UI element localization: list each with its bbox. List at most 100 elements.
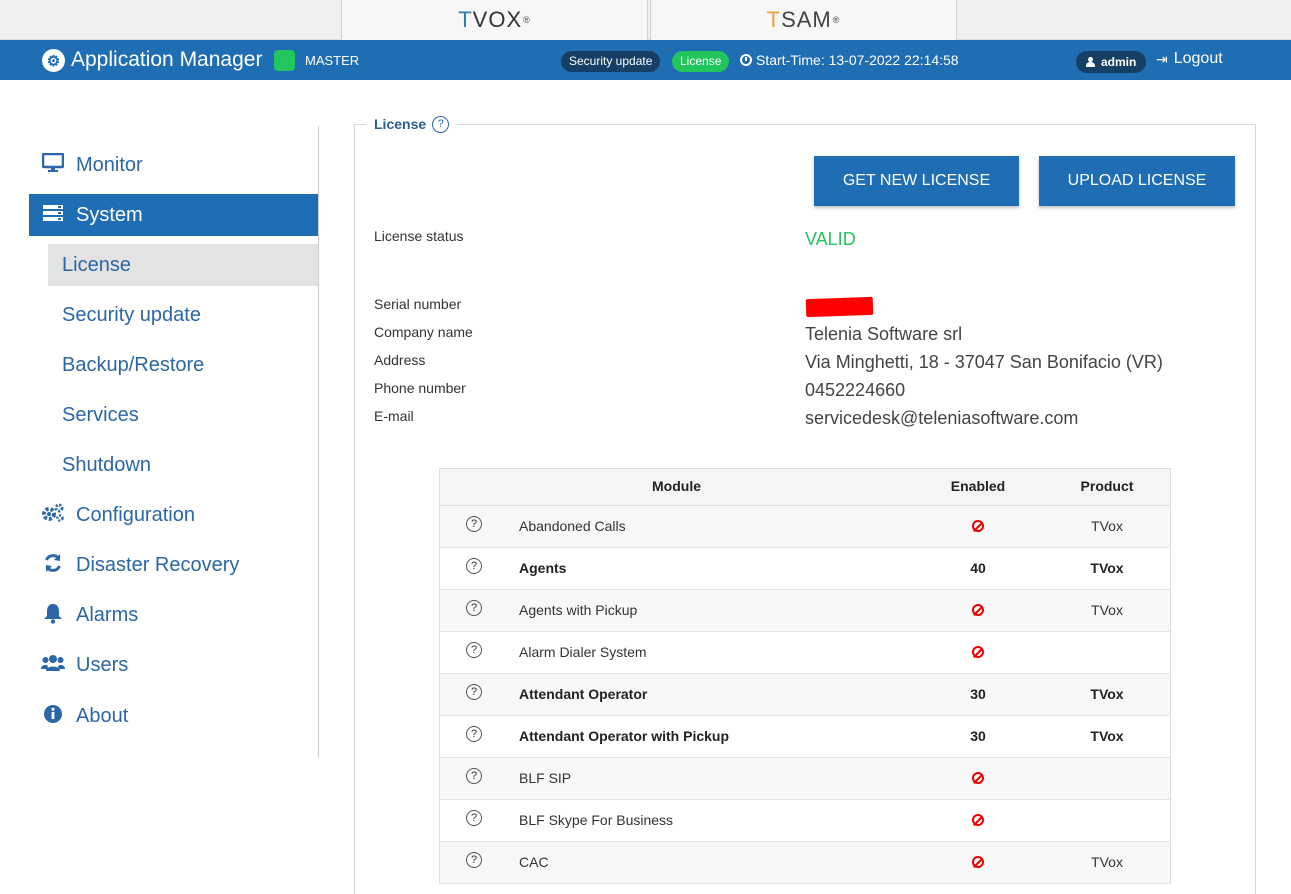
phone-number-label: Phone number — [374, 380, 466, 396]
start-time-text: Start-Time: 13-07-2022 22:14:58 — [756, 52, 959, 68]
sign-out-icon: ⇥ — [1156, 50, 1168, 67]
disabled-icon — [950, 602, 1006, 619]
user-icon — [1086, 57, 1095, 67]
tab-tsam[interactable]: TSAM ® — [650, 0, 957, 40]
sidebar-item-label: Monitor — [76, 153, 143, 176]
table-body: ? Abandoned Calls TVox? Agents 40 TVox? Agents… — [440, 506, 1170, 884]
tvox-logo: TVOX — [458, 7, 523, 32]
sidebar-item-label: Configuration — [76, 503, 195, 526]
help-icon[interactable]: ? — [466, 642, 482, 658]
sidebar-item-system[interactable]: System — [29, 194, 318, 236]
column-header-product: Product — [1080, 478, 1134, 494]
help-icon[interactable]: ? — [466, 600, 482, 616]
security-update-badge[interactable]: Security update — [561, 51, 661, 72]
ban-icon — [972, 814, 984, 826]
help-icon[interactable]: ? — [466, 810, 482, 826]
disabled-icon — [950, 770, 1006, 787]
table-row: ? Attendant Operator with Pickup 30 TVox — [440, 716, 1170, 758]
disabled-icon — [950, 518, 1006, 535]
help-icon[interactable]: ? — [466, 684, 482, 700]
module-name: BLF Skype For Business — [519, 812, 674, 828]
sidebar-subitem-security-update[interactable]: Security update — [48, 294, 318, 336]
sidebar-subitem-services[interactable]: Services — [48, 394, 318, 436]
module-product: TVox — [1090, 728, 1124, 744]
company-name-label: Company name — [374, 324, 473, 340]
product-bar: TVOX ® TSAM ® — [0, 0, 1291, 40]
table-row: ? CAC TVox — [440, 842, 1170, 884]
serial-number-label: Serial number — [374, 296, 462, 312]
master-status-indicator — [274, 50, 295, 71]
tab-tvox[interactable]: TVOX ® — [341, 0, 648, 40]
sidebar-item-label: Disaster Recovery — [76, 553, 240, 576]
table-row: ? Alarm Dialer System — [440, 632, 1170, 674]
sidebar-item-label: Users — [76, 653, 129, 676]
server-icon — [41, 204, 65, 227]
table-row: ? BLF SIP — [440, 758, 1170, 800]
phone-number-value: 0452224660 — [805, 380, 906, 400]
sidebar-divider — [318, 126, 319, 758]
bell-icon — [41, 602, 65, 629]
upload-license-button[interactable]: UPLOAD LICENSE — [1039, 156, 1235, 206]
get-new-license-button[interactable]: GET NEW LICENSE — [814, 156, 1019, 206]
serial-number-redacted — [805, 296, 874, 318]
sidebar-item-label: About — [76, 704, 129, 727]
help-icon[interactable]: ? — [466, 768, 482, 784]
license-status-value: VALID — [805, 229, 856, 249]
module-product: TVox — [1090, 686, 1124, 702]
sidebar-item-configuration[interactable]: Configuration — [29, 494, 318, 536]
module-enabled-count: 30 — [970, 686, 986, 702]
refresh-icon — [41, 553, 65, 578]
user-menu[interactable]: admin — [1076, 51, 1147, 73]
company-name-value: Telenia Software srl — [805, 324, 963, 344]
cogs-icon — [41, 503, 65, 528]
module-name: Agents — [519, 560, 567, 576]
section-title-text: License — [374, 116, 427, 132]
help-icon[interactable]: ? — [466, 516, 482, 532]
sidebar-item-label: System — [76, 203, 143, 226]
module-enabled-count: 40 — [970, 560, 986, 576]
clock-icon — [740, 54, 752, 66]
license-status-label: License status — [374, 228, 464, 244]
monitor-icon — [41, 152, 65, 178]
sidebar-item-monitor[interactable]: Monitor — [29, 144, 318, 186]
sidebar-subitem-backup-restore[interactable]: Backup/Restore — [48, 344, 318, 386]
module-product: TVox — [1091, 602, 1123, 618]
email-label: E-mail — [374, 408, 414, 424]
ban-icon — [972, 772, 984, 784]
disabled-icon — [950, 854, 1006, 871]
app-manager-logo-icon: ⚙ — [42, 49, 65, 72]
column-header-module: Module — [652, 478, 701, 494]
module-name: Attendant Operator — [519, 686, 648, 702]
sidebar-item-users[interactable]: Users — [29, 644, 318, 686]
license-section-title: License ? — [366, 113, 458, 135]
sidebar-item-label: Alarms — [76, 603, 139, 626]
sidebar-subitem-license[interactable]: License — [48, 244, 318, 286]
address-label: Address — [374, 352, 426, 368]
node-role-label: MASTER — [305, 53, 360, 68]
email-value: servicedesk@teleniasoftware.com — [805, 408, 1079, 428]
sidebar-item-disaster-recovery[interactable]: Disaster Recovery — [29, 544, 318, 586]
table-row: ? Attendant Operator 30 TVox — [440, 674, 1170, 716]
app-title: Application Manager — [71, 48, 263, 71]
start-time: Start-Time: 13-07-2022 22:14:58 — [740, 52, 959, 68]
module-name: Attendant Operator with Pickup — [519, 728, 730, 744]
ban-icon — [972, 646, 984, 658]
module-product: TVox — [1091, 518, 1123, 534]
help-icon[interactable]: ? — [432, 115, 450, 133]
sidebar-item-alarms[interactable]: Alarms — [29, 594, 318, 636]
module-name: BLF SIP — [519, 770, 572, 786]
app-header: ⚙ Application Manager MASTER Security up… — [0, 40, 1291, 80]
help-icon[interactable]: ? — [466, 558, 482, 574]
license-badge[interactable]: License — [672, 51, 730, 72]
logout-link[interactable]: ⇥ Logout — [1156, 50, 1223, 68]
sidebar-subitem-shutdown[interactable]: Shutdown — [48, 444, 318, 486]
help-icon[interactable]: ? — [466, 726, 482, 742]
disabled-icon — [950, 812, 1006, 829]
table-row: ? Agents 40 TVox — [440, 548, 1170, 590]
sidebar-item-about[interactable]: About — [29, 695, 318, 737]
modules-table: Module Enabled Product ? Abandoned Calls T… — [439, 468, 1171, 884]
help-icon[interactable]: ? — [466, 852, 482, 868]
tsam-logo: TSAM — [766, 7, 832, 32]
info-icon — [41, 704, 65, 729]
ban-icon — [972, 604, 984, 616]
